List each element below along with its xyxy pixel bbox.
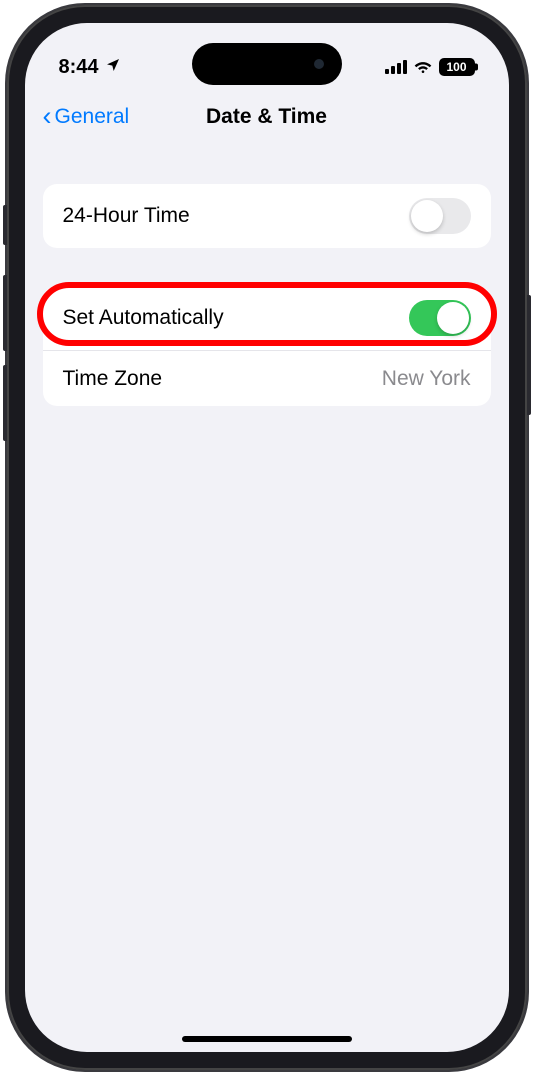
volume-down-button [3, 365, 7, 441]
status-left: 8:44 [59, 56, 121, 79]
settings-content: 24-Hour Time Set Automatically [25, 146, 509, 406]
mute-switch [3, 205, 7, 245]
chevron-left-icon: ‹ [43, 103, 52, 130]
nav-bar: ‹ General Date & Time [25, 89, 509, 146]
row-set-automatically[interactable]: Set Automatically [43, 286, 491, 350]
toggle-knob [411, 200, 443, 232]
row-label: Set Automatically [63, 306, 224, 330]
row-value: New York [382, 367, 471, 391]
screen: 8:44 100 ‹ [25, 23, 509, 1052]
home-indicator[interactable] [182, 1036, 352, 1042]
back-label: General [55, 105, 130, 129]
status-right: 100 [385, 56, 475, 79]
location-icon [105, 56, 121, 79]
row-24-hour-time[interactable]: 24-Hour Time [43, 184, 491, 248]
toggle-24-hour-time[interactable] [409, 198, 471, 234]
toggle-knob [437, 302, 469, 334]
power-button [527, 295, 531, 415]
volume-up-button [3, 275, 7, 351]
toggle-set-automatically[interactable] [409, 300, 471, 336]
back-button[interactable]: ‹ General [43, 103, 130, 130]
row-label: 24-Hour Time [63, 204, 190, 228]
row-label: Time Zone [63, 367, 163, 391]
status-time: 8:44 [59, 56, 99, 79]
settings-group-automatic: Set Automatically Time Zone New York [43, 286, 491, 406]
wifi-icon [413, 56, 433, 79]
settings-group-time-format: 24-Hour Time [43, 184, 491, 248]
dynamic-island [192, 43, 342, 85]
page-title: Date & Time [206, 105, 327, 129]
battery-icon: 100 [439, 58, 475, 76]
row-time-zone[interactable]: Time Zone New York [43, 350, 491, 406]
cellular-icon [385, 60, 407, 74]
phone-frame: 8:44 100 ‹ [7, 5, 527, 1070]
battery-level: 100 [446, 60, 466, 74]
